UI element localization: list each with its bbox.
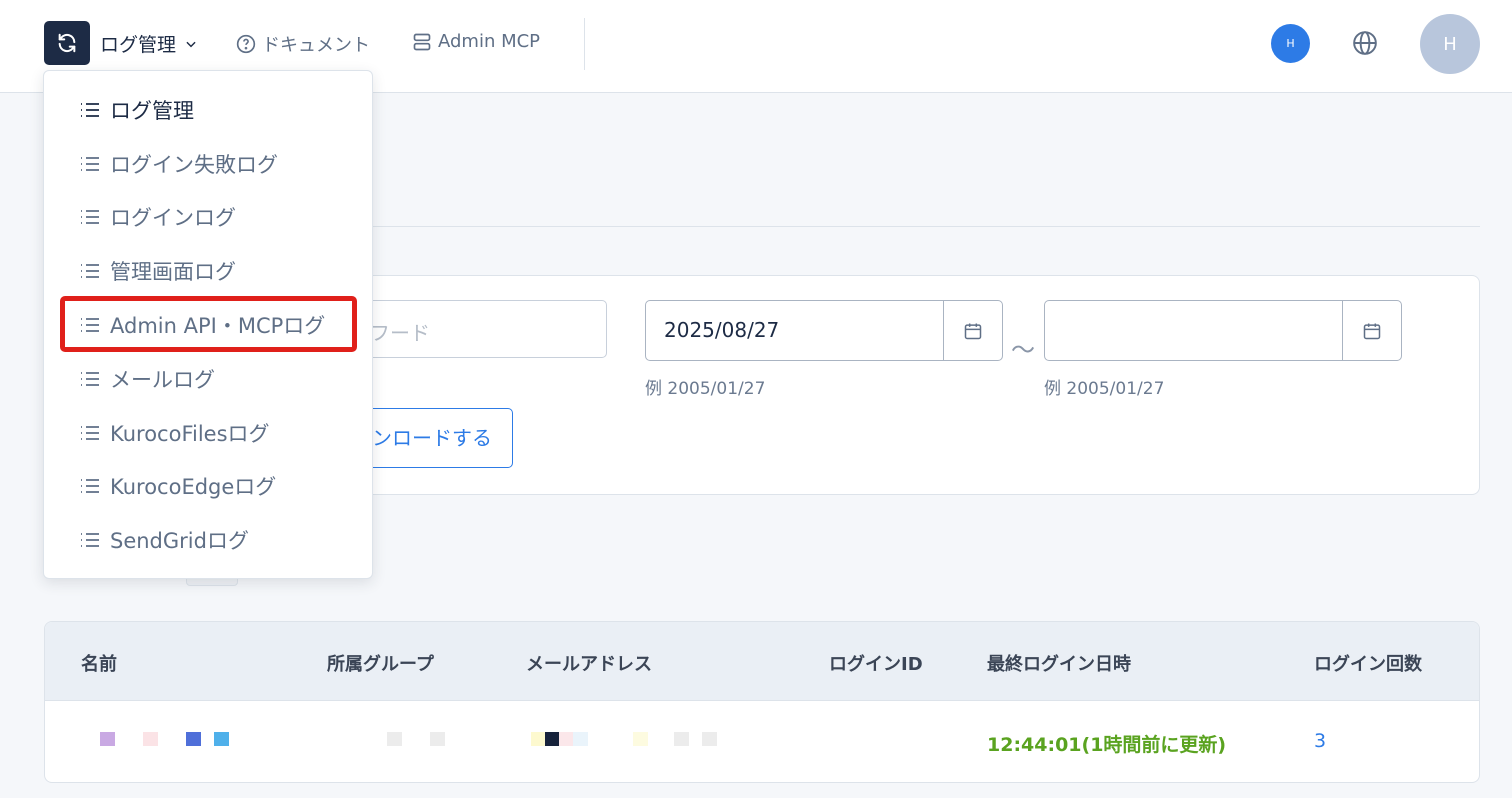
redacted-block (430, 732, 445, 746)
menu-item-sendgrid-log[interactable]: SendGridログ (80, 522, 249, 558)
redacted-block (545, 732, 560, 746)
server-icon (413, 33, 431, 50)
header-divider (584, 18, 585, 70)
list-icon (81, 264, 99, 278)
menu-item-login-log[interactable]: ログインログ (80, 199, 236, 235)
log-menu-trigger[interactable]: ログ管理 (100, 30, 198, 57)
keyword-placeholder: フード (370, 321, 430, 345)
menu-item-label: KurocoEdgeログ (110, 475, 277, 499)
col-login-count[interactable]: ログイン回数 (1314, 650, 1422, 676)
menu-item-label: 管理画面ログ (110, 260, 236, 284)
list-icon (81, 210, 99, 224)
last-login-cell: 12:44:01(1時間前に更新) (987, 734, 1227, 756)
redacted-block (143, 732, 158, 746)
chevron-down-icon (186, 41, 196, 47)
list-icon (81, 318, 99, 332)
redacted-block (674, 732, 689, 746)
redacted-block (387, 732, 402, 746)
calendar-icon[interactable] (1342, 301, 1401, 360)
redacted-block (633, 732, 648, 746)
list-icon (81, 426, 99, 440)
globe-icon[interactable] (1352, 30, 1378, 56)
menu-item-label: メールログ (110, 368, 215, 392)
menu-item-kurocofiles-log[interactable]: KurocoFilesログ (80, 415, 270, 451)
redacted-block (531, 732, 546, 746)
list-icon (81, 479, 99, 493)
docs-label: ドキュメント (262, 35, 370, 56)
list-icon (81, 157, 99, 171)
date-from-hint: 例 2005/01/27 (645, 379, 766, 399)
menu-item-label: Admin API・MCPログ (110, 314, 326, 338)
menu-item-label: ログインログ (110, 206, 236, 230)
login-table: 名前 所属グループ メールアドレス ログインID 最終ログイン日時 ログイン回数… (44, 621, 1480, 783)
admin-mcp-link[interactable]: Admin MCP (412, 31, 540, 52)
table-header: 名前 所属グループ メールアドレス ログインID 最終ログイン日時 ログイン回数 (45, 622, 1479, 701)
menu-item-admin-screen-log[interactable]: 管理画面ログ (80, 253, 236, 289)
menu-item-label: ログ管理 (110, 99, 194, 123)
range-separator: ～ (1011, 336, 1035, 364)
list-icon (81, 372, 99, 386)
redacted-block (573, 732, 588, 746)
user-avatar[interactable]: H (1420, 14, 1480, 74)
admin-mcp-label: Admin MCP (438, 31, 541, 52)
log-menu-label: ログ管理 (100, 34, 177, 56)
date-from-field[interactable]: 2025/08/27 (645, 300, 1003, 361)
menu-item-admin-api-mcp-log[interactable]: Admin API・MCPログ (80, 307, 325, 343)
col-group[interactable]: 所属グループ (327, 650, 434, 676)
date-to-field[interactable] (1044, 300, 1402, 361)
refresh-icon[interactable] (44, 21, 90, 65)
docs-link[interactable]: ドキュメント (236, 31, 370, 57)
menu-item-label: KurocoFilesログ (110, 422, 270, 446)
help-circle-icon (236, 34, 256, 54)
redacted-block (702, 732, 717, 746)
col-last-login[interactable]: 最終ログイン日時 (987, 650, 1131, 676)
log-menu-dropdown: ログ管理 ログイン失敗ログ ログインログ 管理画面ログ Admin API・MC… (43, 70, 373, 579)
date-to-hint: 例 2005/01/27 (1044, 379, 1165, 399)
list-icon (81, 533, 99, 547)
calendar-icon[interactable] (943, 301, 1002, 360)
list-icon (81, 103, 99, 117)
menu-item-kurocoedge-log[interactable]: KurocoEdgeログ (80, 468, 276, 504)
col-login-id[interactable]: ログインID (829, 650, 923, 676)
site-avatar[interactable]: H (1271, 24, 1310, 63)
col-email[interactable]: メールアドレス (526, 650, 652, 676)
menu-item-mail-log[interactable]: メールログ (80, 361, 215, 397)
redacted-block (214, 732, 229, 746)
redacted-block (186, 732, 201, 746)
col-name[interactable]: 名前 (81, 650, 117, 676)
menu-item-log-management[interactable]: ログ管理 (80, 92, 194, 128)
redacted-block (100, 732, 115, 746)
date-to-value[interactable] (1045, 301, 1342, 360)
date-from-value[interactable]: 2025/08/27 (646, 301, 943, 360)
section-divider (372, 226, 1480, 227)
redacted-block (559, 732, 574, 746)
menu-item-label: SendGridログ (110, 529, 249, 553)
menu-item-label: ログイン失敗ログ (110, 153, 278, 177)
menu-item-login-failure-log[interactable]: ログイン失敗ログ (80, 146, 278, 182)
login-count-link[interactable]: 3 (1314, 730, 1326, 752)
keyword-input[interactable]: フード (345, 300, 607, 358)
